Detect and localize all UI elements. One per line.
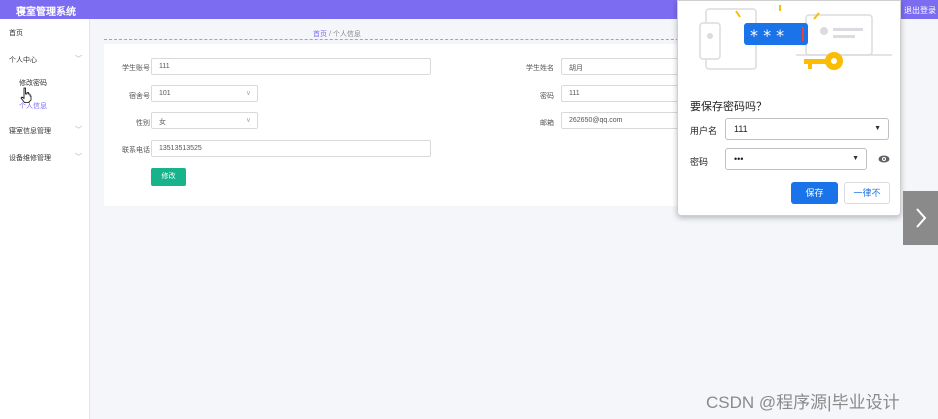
sidebar-item-change-password[interactable]: 修改密码 <box>0 72 90 92</box>
breadcrumb-home[interactable]: 首页 <box>313 31 327 38</box>
chevron-down-icon: ﹀ <box>75 154 82 161</box>
username-label: 用户名 <box>690 126 718 136</box>
password-label: 密码 <box>690 157 709 167</box>
student-name-label: 学生姓名 <box>526 65 554 72</box>
username-select[interactable]: 111 ▼ <box>725 118 889 140</box>
watermark: CSDN @程序源|毕业设计 <box>706 393 900 412</box>
logout-link[interactable]: 退出登录 <box>904 5 936 16</box>
password-field[interactable]: 111 <box>561 85 684 102</box>
dorm-no-select[interactable]: 101 ∨ <box>151 85 258 102</box>
breadcrumb-separator: / <box>328 31 331 38</box>
chevron-down-icon: ∨ <box>245 90 251 97</box>
username-value: 111 <box>734 124 748 134</box>
password-value: 111 <box>569 90 580 97</box>
phone-value: 13513513525 <box>159 145 202 152</box>
page: 寝室管理系统 退出登录 首页 个人中心 ﹀ 修改密码 个人信息 寝室信息管理 ﹀… <box>0 0 938 419</box>
chevron-right-icon <box>916 208 927 228</box>
sidebar: 首页 个人中心 ﹀ 修改密码 个人信息 寝室信息管理 ﹀ 设备维修管理 ﹀ <box>0 19 90 419</box>
gender-value: 女 <box>159 119 166 126</box>
email-label: 邮箱 <box>540 120 554 127</box>
divider <box>104 39 704 40</box>
sidebar-item-personal-center[interactable]: 个人中心 <box>9 55 37 65</box>
chevron-down-icon: ﹀ <box>75 127 82 134</box>
gender-label: 性别 <box>136 120 150 127</box>
password-dots: ••• <box>734 154 744 164</box>
chevron-down-icon: ﹀ <box>75 56 82 63</box>
save-button[interactable]: 保存 <box>791 182 838 204</box>
eye-icon[interactable] <box>878 154 890 164</box>
sidebar-item-home[interactable]: 首页 <box>9 28 23 38</box>
password-illustration: * * * <box>699 5 892 70</box>
hand-cursor-icon <box>20 87 32 103</box>
svg-text:* * *: * * * <box>750 26 784 45</box>
save-password-dialog: * * * 要保存密码吗？ 用户名 111 ▼ 密码 ••• ▼ 保存 一律不 <box>677 0 901 216</box>
student-id-label: 学生账号 <box>122 65 150 72</box>
dorm-no-value: 101 <box>159 90 171 97</box>
student-name-value: 胡月 <box>569 65 583 72</box>
chevron-down-icon: ∨ <box>245 117 251 124</box>
gender-select[interactable]: 女 ∨ <box>151 112 258 129</box>
student-id-field[interactable]: 111 <box>151 58 431 75</box>
next-slide-button[interactable] <box>903 191 938 245</box>
app-title: 寝室管理系统 <box>16 7 76 18</box>
phone-field[interactable]: 13513513525 <box>151 140 431 157</box>
email-field[interactable]: 262650@qq.com <box>561 112 684 129</box>
dropdown-caret-icon: ▼ <box>874 125 881 132</box>
breadcrumb: 首页 / 个人信息 <box>313 29 361 39</box>
password-select[interactable]: ••• ▼ <box>725 148 867 170</box>
password-label: 密码 <box>540 93 554 100</box>
dorm-no-label: 宿舍号 <box>129 93 150 100</box>
sidebar-item-dorm-info[interactable]: 寝室信息管理 <box>9 126 51 136</box>
email-value: 262650@qq.com <box>569 117 623 124</box>
never-button[interactable]: 一律不 <box>844 182 890 204</box>
submit-button[interactable]: 修改 <box>151 168 186 186</box>
dropdown-caret-icon: ▼ <box>852 155 859 162</box>
phone-label: 联系电话 <box>122 147 150 154</box>
student-id-value: 111 <box>159 63 170 70</box>
dialog-title: 要保存密码吗？ <box>690 101 767 113</box>
sidebar-item-personal-info[interactable]: 个人信息 <box>0 95 90 115</box>
profile-form: 学生账号 111 学生姓名 胡月 宿舍号 101 ∨ 密码 111 性别 女 ∨… <box>104 44 684 206</box>
breadcrumb-current: 个人信息 <box>332 31 361 38</box>
student-name-field[interactable]: 胡月 <box>561 58 684 75</box>
sidebar-item-repair[interactable]: 设备维修管理 <box>9 153 51 163</box>
